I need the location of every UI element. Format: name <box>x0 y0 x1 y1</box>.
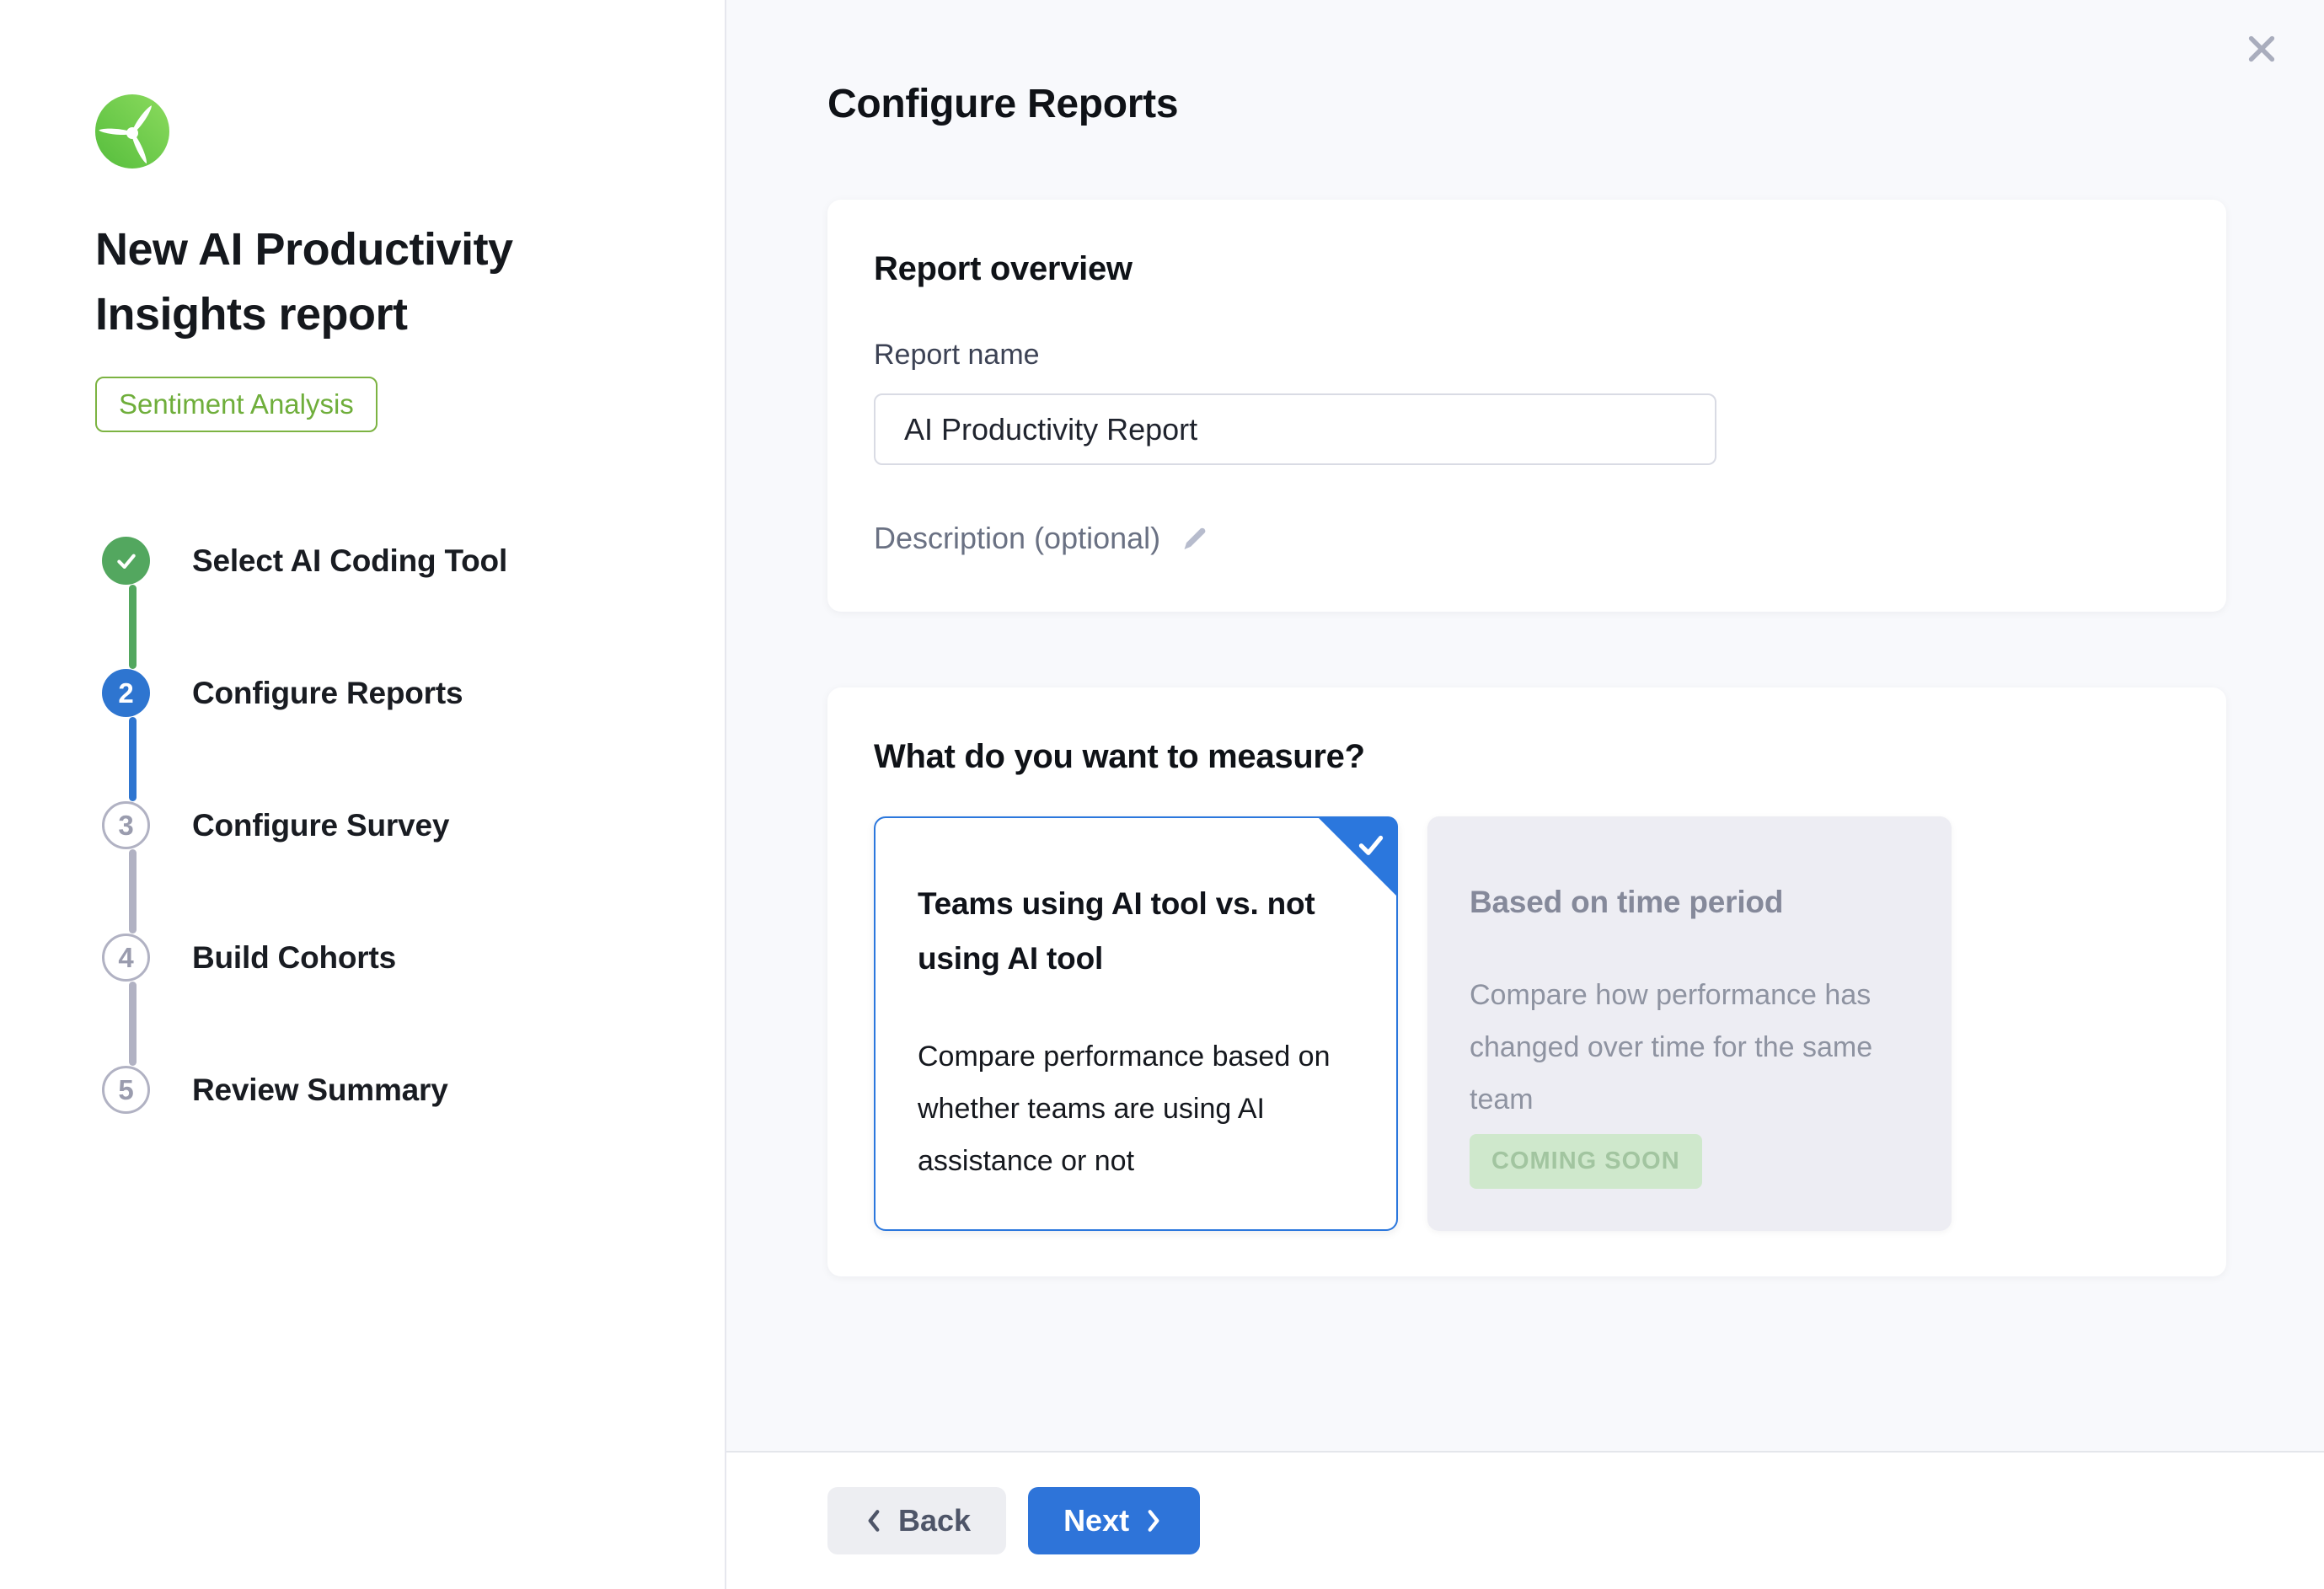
stepper-connector <box>129 717 137 801</box>
step-label: Configure Survey <box>192 808 449 843</box>
option-description: Compare performance based on whether tea… <box>918 1030 1354 1188</box>
propeller-logo-icon <box>95 94 169 169</box>
stepper-connector <box>129 849 137 934</box>
next-button-label: Next <box>1063 1503 1129 1538</box>
measure-card: What do you want to measure? Teams using… <box>827 687 2226 1276</box>
step-todo-circle: 4 <box>102 934 150 982</box>
stepper-step-select-ai-coding-tool[interactable]: Select AI Coding Tool <box>102 537 691 585</box>
close-button[interactable] <box>2243 30 2280 67</box>
stepper-step-configure-survey[interactable]: 3 Configure Survey <box>102 801 691 849</box>
next-button[interactable]: Next <box>1028 1487 1200 1554</box>
step-todo-circle: 5 <box>102 1066 150 1114</box>
stepper-step-build-cohorts[interactable]: 4 Build Cohorts <box>102 934 691 982</box>
new-report-wizard: New AI Productivity Insights report Sent… <box>0 0 2324 1589</box>
main-panel: Configure Reports Report overview Report… <box>726 0 2324 1589</box>
description-label: Description (optional) <box>874 521 1160 556</box>
wizard-stepper: Select AI Coding Tool 2 Configure Report… <box>95 537 691 1114</box>
x-icon <box>2243 30 2280 67</box>
stepper-step-review-summary[interactable]: 5 Review Summary <box>102 1066 691 1114</box>
wizard-footer: Back Next <box>726 1451 2324 1589</box>
chevron-right-icon <box>1143 1508 1165 1533</box>
back-button[interactable]: Back <box>827 1487 1006 1554</box>
step-label: Build Cohorts <box>192 940 396 976</box>
stepper-step-configure-reports[interactable]: 2 Configure Reports <box>102 669 691 717</box>
option-title: Based on time period <box>1470 875 1909 930</box>
sentiment-analysis-badge: Sentiment Analysis <box>95 377 378 432</box>
step-label: Select AI Coding Tool <box>192 543 507 579</box>
option-title: Teams using AI tool vs. not using AI too… <box>918 877 1354 987</box>
step-label: Review Summary <box>192 1073 448 1108</box>
report-name-input[interactable] <box>874 393 1716 465</box>
stepper-connector <box>129 585 137 669</box>
sidebar: New AI Productivity Insights report Sent… <box>0 0 726 1589</box>
report-name-label: Report name <box>874 339 2176 372</box>
description-edit-row[interactable]: Description (optional) <box>874 521 1209 556</box>
main-content: Configure Reports Report overview Report… <box>726 0 2324 1276</box>
pencil-icon <box>1181 524 1209 553</box>
report-overview-heading: Report overview <box>874 250 2176 288</box>
step-current-circle: 2 <box>102 669 150 717</box>
measure-options: Teams using AI tool vs. not using AI too… <box>874 816 2180 1231</box>
measure-heading: What do you want to measure? <box>874 738 2180 776</box>
option-based-on-time-period[interactable]: Based on time period Compare how perform… <box>1427 816 1952 1231</box>
step-todo-circle: 3 <box>102 801 150 849</box>
check-icon <box>1354 828 1388 862</box>
stepper-connector <box>129 982 137 1066</box>
page-title: Configure Reports <box>827 81 2230 127</box>
coming-soon-badge: COMING SOON <box>1470 1134 1702 1189</box>
step-complete-circle <box>102 537 150 585</box>
report-overview-card: Report overview Report name Description … <box>827 200 2226 612</box>
wizard-title: New AI Productivity Insights report <box>95 217 618 346</box>
back-button-label: Back <box>898 1503 971 1538</box>
step-label: Configure Reports <box>192 676 463 711</box>
chevron-left-icon <box>863 1508 885 1533</box>
option-teams-using-ai-vs-not[interactable]: Teams using AI tool vs. not using AI too… <box>874 816 1398 1231</box>
check-icon <box>114 548 139 574</box>
option-description: Compare how performance has changed over… <box>1470 969 1909 1126</box>
